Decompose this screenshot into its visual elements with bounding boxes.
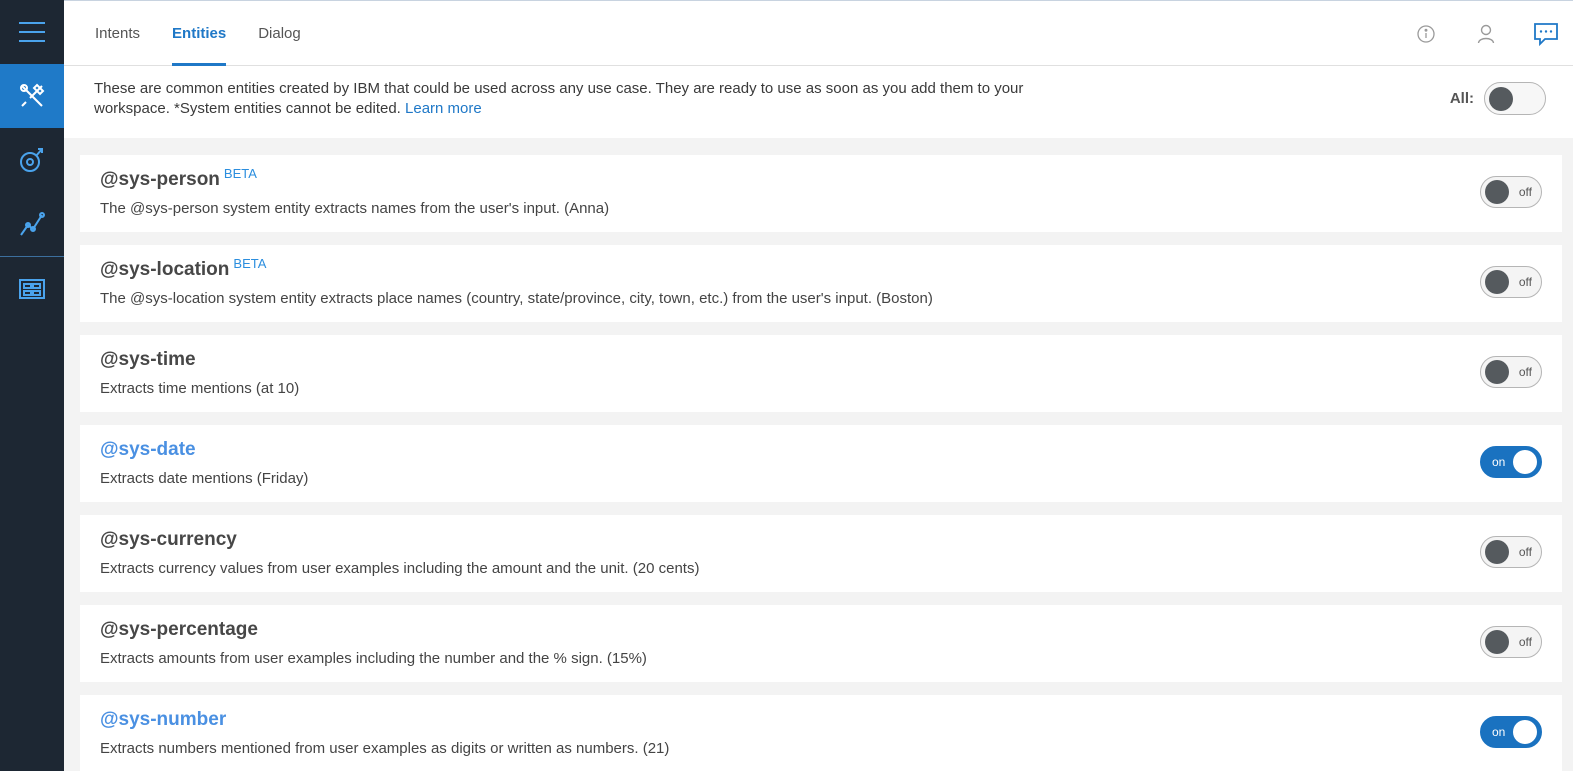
tab-bar: Intents Entities Dialog <box>95 1 333 66</box>
tab-dialog[interactable]: Dialog <box>258 1 301 66</box>
entity-row-sys-date: @sys-date Extracts date mentions (Friday… <box>80 425 1562 502</box>
entity-name-wrap: @sys-currency <box>100 529 237 551</box>
system-entities-intro: These are common entities created by IBM… <box>64 66 1573 138</box>
toggle-state-label: off <box>1518 635 1532 649</box>
all-toggle-group: All: <box>1450 82 1546 115</box>
entity-name[interactable]: @sys-date <box>100 439 196 460</box>
all-toggle[interactable] <box>1484 82 1546 115</box>
entity-toggle[interactable]: off <box>1480 356 1542 388</box>
toggle-state-label: on <box>1492 725 1506 739</box>
rail-item-analytics[interactable] <box>0 192 64 256</box>
entity-list: @sys-person BETA The @sys-person system e… <box>80 155 1562 771</box>
entity-name-wrap: @sys-number <box>100 709 226 731</box>
entity-name-wrap: @sys-person BETA <box>100 166 257 191</box>
learn-more-link[interactable]: Learn more <box>405 100 482 117</box>
chat-icon <box>1534 22 1558 46</box>
tab-intents[interactable]: Intents <box>95 1 140 66</box>
entity-row-sys-person: @sys-person BETA The @sys-person system e… <box>80 155 1562 232</box>
entity-toggle[interactable]: off <box>1480 536 1542 568</box>
entity-description: Extracts currency values from user examp… <box>100 560 700 577</box>
improve-icon <box>20 148 43 172</box>
info-icon <box>1417 24 1435 43</box>
rail-item-improve[interactable] <box>0 128 64 192</box>
toggle-knob <box>1485 540 1509 564</box>
toggle-knob <box>1513 450 1537 474</box>
entity-row-sys-location: @sys-location BETA The @sys-location syst… <box>80 245 1562 322</box>
top-bar: Intents Entities Dialog <box>64 0 1573 66</box>
toggle-state-label: on <box>1492 455 1506 469</box>
entity-name[interactable]: @sys-location <box>100 259 229 280</box>
entity-toggle[interactable]: off <box>1480 266 1542 298</box>
toggle-state-label: off <box>1518 365 1532 379</box>
all-label: All: <box>1449 90 1474 107</box>
toggle-state-label: off <box>1518 185 1532 199</box>
entity-name[interactable]: @sys-percentage <box>100 619 258 640</box>
entity-toggle[interactable]: off <box>1480 176 1542 208</box>
toggle-knob <box>1485 180 1509 204</box>
entity-name-wrap: @sys-location BETA <box>100 256 267 281</box>
entity-row-sys-percentage: @sys-percentage Extracts amounts from us… <box>80 605 1562 682</box>
entity-toggle[interactable]: on <box>1480 716 1542 748</box>
all-toggle-knob <box>1489 87 1513 111</box>
entity-description: Extracts numbers mentioned from user exa… <box>100 740 670 757</box>
intro-text: These are common entities created by IBM… <box>94 80 1024 117</box>
rail-item-workspaces[interactable] <box>0 257 64 321</box>
workspace-grid-icon <box>19 279 45 299</box>
top-icons <box>1381 1 1561 66</box>
user-button[interactable] <box>1471 19 1501 49</box>
entity-row-sys-currency: @sys-currency Extracts currency values f… <box>80 515 1562 592</box>
entity-description: Extracts amounts from user examples incl… <box>100 650 647 667</box>
entity-name[interactable]: @sys-number <box>100 709 226 730</box>
entity-name-wrap: @sys-date <box>100 439 196 461</box>
beta-badge: BETA <box>233 256 267 271</box>
toggle-knob <box>1485 360 1509 384</box>
menu-button[interactable] <box>0 0 64 64</box>
entity-row-sys-number: @sys-number Extracts numbers mentioned f… <box>80 695 1562 771</box>
toggle-state-label: off <box>1518 545 1532 559</box>
toggle-knob <box>1485 630 1509 654</box>
left-rail <box>0 0 64 771</box>
entity-description: Extracts date mentions (Friday) <box>100 470 309 487</box>
info-button[interactable] <box>1411 19 1441 49</box>
entity-toggle[interactable]: on <box>1480 446 1542 478</box>
entity-name-wrap: @sys-percentage <box>100 619 258 641</box>
entity-description: Extracts time mentions (at 10) <box>100 380 300 397</box>
entity-name[interactable]: @sys-currency <box>100 529 237 550</box>
analytics-line-icon <box>20 212 45 236</box>
tab-entities[interactable]: Entities <box>172 1 227 66</box>
intro-text-block: These are common entities created by IBM… <box>94 79 1034 119</box>
beta-badge: BETA <box>223 166 257 181</box>
entity-description: The @sys-location system entity extracts… <box>100 290 933 307</box>
chat-button[interactable] <box>1531 19 1561 49</box>
user-icon <box>1477 24 1495 43</box>
entity-toggle[interactable]: off <box>1480 626 1542 658</box>
entity-name[interactable]: @sys-person <box>100 169 220 190</box>
rail-item-build[interactable] <box>0 64 64 128</box>
toggle-knob <box>1513 720 1537 744</box>
hamburger-menu-icon <box>19 22 45 42</box>
build-tools-icon <box>20 83 45 107</box>
entity-name-wrap: @sys-time <box>100 349 196 371</box>
entity-name[interactable]: @sys-time <box>100 349 196 370</box>
toggle-knob <box>1485 270 1509 294</box>
entity-description: The @sys-person system entity extracts n… <box>100 200 610 217</box>
toggle-state-label: off <box>1518 275 1532 289</box>
entity-row-sys-time: @sys-time Extracts time mentions (at 10)… <box>80 335 1562 412</box>
